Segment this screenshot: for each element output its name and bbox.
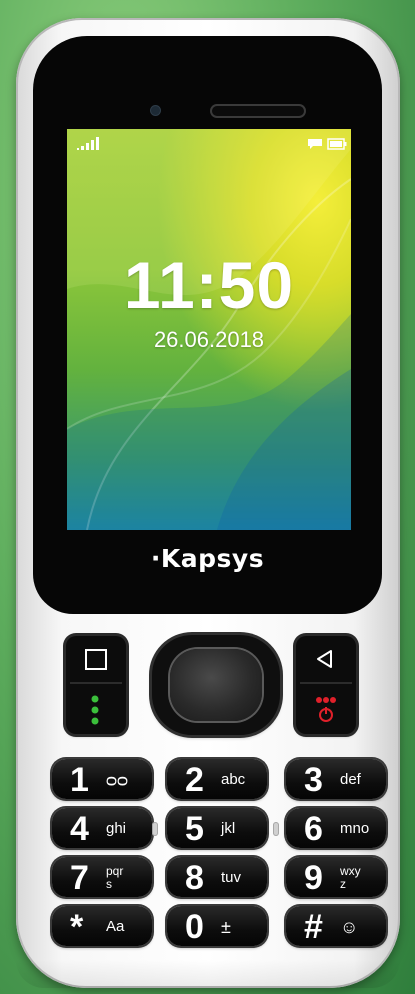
back-icon <box>317 650 332 668</box>
softkey-divider <box>70 682 122 684</box>
key-9[interactable]: 9 wxyz <box>286 857 386 897</box>
key-0[interactable]: 0 ± <box>167 906 267 946</box>
key-digit: 3 <box>304 761 323 799</box>
key-letters: pqrs <box>106 864 124 891</box>
key-1[interactable]: 1 ᴑᴑ <box>52 759 152 799</box>
left-softkey[interactable] <box>66 636 126 734</box>
navigation-pad[interactable] <box>152 635 280 735</box>
key-digit: 4 <box>70 810 89 848</box>
voicemail-icon: ᴑᴑ <box>106 770 128 790</box>
brand-logo: ·Kapsys <box>150 544 265 573</box>
key-5[interactable]: 5 jkl <box>167 808 267 848</box>
key-digit: 9 <box>304 859 323 897</box>
key-digit: 7 <box>70 859 89 897</box>
ok-button[interactable] <box>170 649 262 721</box>
softkey-divider <box>300 682 352 684</box>
key-2[interactable]: 2 abc <box>167 759 267 799</box>
smiley-icon: ☺ <box>340 917 359 937</box>
key-separator <box>152 822 158 836</box>
key-3[interactable]: 3 def <box>286 759 386 799</box>
message-icon <box>308 139 322 149</box>
call-icon <box>91 695 99 725</box>
phone-bottom-edge <box>16 960 400 988</box>
key-digit: 2 <box>185 761 204 799</box>
key-6[interactable]: 6 mno <box>286 808 386 848</box>
key-letters: mno <box>340 820 370 837</box>
square-icon <box>85 649 107 670</box>
earpiece-speaker <box>210 104 306 118</box>
key-separator <box>273 822 279 836</box>
front-camera <box>151 106 160 115</box>
key-4[interactable]: 4 ghi <box>52 808 152 848</box>
clock-time: 11:50 <box>123 248 295 322</box>
right-softkey[interactable] <box>296 636 356 734</box>
signal-icon <box>77 137 99 150</box>
key-7[interactable]: 7 pqrs <box>52 857 152 897</box>
key-star[interactable]: * Aa <box>52 906 152 946</box>
key-letters: wxyz <box>340 864 361 891</box>
key-digit: 6 <box>304 810 323 848</box>
phone-photo: 11:50 26.06.2018 ·Kapsys 1 ᴑᴑ 2 abc 3 de… <box>0 0 415 994</box>
key-letters: def <box>340 771 361 788</box>
key-digit: 5 <box>185 810 204 848</box>
end-call-icon <box>316 697 336 722</box>
battery-icon <box>327 138 347 150</box>
key-digit: # <box>304 908 323 946</box>
key-digit: 8 <box>185 859 204 897</box>
key-letters: jkl <box>221 820 236 837</box>
key-letters: Aa <box>106 918 125 935</box>
key-digit: 1 <box>70 761 89 799</box>
clock-date: 26.06.2018 <box>153 327 265 352</box>
key-hash[interactable]: # ☺ <box>286 906 386 946</box>
key-letters: abc <box>221 771 246 788</box>
home-screen: 11:50 26.06.2018 <box>67 129 351 530</box>
key-digit: * <box>70 908 84 946</box>
key-letters: ghi <box>106 820 127 837</box>
key-letters: tuv <box>221 869 242 886</box>
plus-minus-icon: ± <box>221 917 231 937</box>
key-8[interactable]: 8 tuv <box>167 857 267 897</box>
key-digit: 0 <box>185 908 204 946</box>
